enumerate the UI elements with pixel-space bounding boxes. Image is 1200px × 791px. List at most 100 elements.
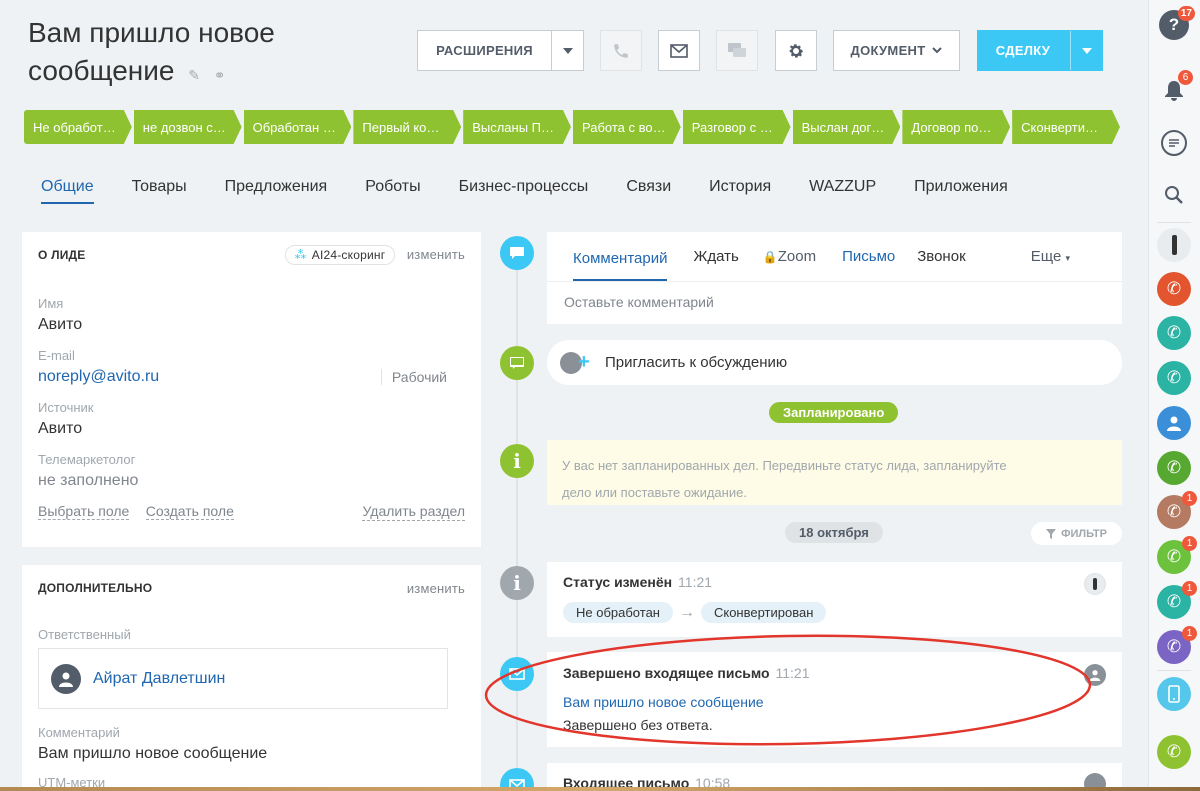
stage-item[interactable]: Договор по… — [902, 110, 1010, 144]
phone-icon[interactable]: ✆ — [1157, 451, 1191, 485]
phone-icon[interactable]: ✆ — [1157, 316, 1191, 350]
tab-links[interactable]: Связи — [626, 178, 671, 204]
settings-button[interactable] — [775, 30, 817, 71]
extensions-button[interactable]: РАСШИРЕНИЯ — [417, 30, 584, 71]
link-icon[interactable]: ⚭ — [214, 67, 226, 83]
status-to-badge: Сконвертирован — [700, 602, 827, 623]
source-value: Авито — [38, 420, 83, 437]
scoring-chip[interactable]: ⁂ AI24-скоринг — [284, 245, 396, 265]
responsible-label: Ответственный — [38, 627, 131, 642]
avatar[interactable] — [1157, 228, 1191, 262]
stage-item[interactable]: Разговор с … — [683, 110, 791, 144]
tab-wazzup[interactable]: WAZZUP — [809, 178, 876, 204]
comment-label: Комментарий — [38, 725, 120, 740]
edit-link[interactable]: изменить — [407, 581, 465, 596]
comment-bubble-icon — [500, 236, 534, 270]
about-lead-card: О ЛИДЕ ⁂ AI24-скоринг изменить Имя Авито … — [22, 232, 481, 547]
deal-label: СДЕЛКУ — [995, 43, 1051, 58]
event-time: 11:21 — [678, 574, 713, 590]
gear-icon — [789, 43, 804, 58]
phone-icon[interactable]: ✆ — [1157, 272, 1191, 306]
edit-link[interactable]: изменить — [407, 247, 465, 262]
stage-item[interactable]: Не обработ… — [24, 110, 132, 144]
tab-robots[interactable]: Роботы — [365, 178, 420, 204]
invite-button[interactable]: + Пригласить к обсуждению — [547, 340, 1122, 385]
card-title: ДОПОЛНИТЕЛЬНО — [38, 581, 153, 595]
status-from-badge: Не обработан — [563, 602, 673, 623]
avatar — [51, 663, 81, 694]
stage-item[interactable]: не дозвон с… — [134, 110, 242, 144]
divider — [1157, 222, 1191, 223]
name-value: Авито — [38, 316, 83, 333]
tab-apps[interactable]: Приложения — [914, 178, 1008, 204]
phone-icon[interactable]: ✆ — [1157, 735, 1191, 769]
filter-button[interactable]: ФИЛЬТР — [1031, 522, 1122, 545]
phone-icon — [614, 43, 628, 58]
chat-icon — [728, 42, 746, 57]
responsible-box: Айрат Давлетшин — [38, 648, 448, 709]
avatar[interactable] — [1084, 573, 1106, 595]
planned-empty-notice: У вас нет запланированных дел. Передвинь… — [547, 440, 1122, 505]
stage-item[interactable]: Выслан дог… — [793, 110, 901, 144]
phone-icon[interactable]: ✆ 1 — [1157, 491, 1197, 529]
chevron-down-icon: ▾ — [1065, 253, 1070, 263]
comment-input[interactable]: Оставьте комментарий — [547, 282, 1122, 322]
create-field-link[interactable]: Создать поле — [145, 503, 234, 520]
phone-icon[interactable]: ✆ — [1157, 361, 1191, 395]
document-button[interactable]: ДОКУМЕНТ — [833, 30, 960, 71]
stage-item[interactable]: Обработан … — [244, 110, 352, 144]
chat-icon[interactable] — [1161, 130, 1187, 156]
stage-item[interactable]: Первый ко… — [353, 110, 461, 144]
stage-item[interactable]: Высланы П… — [463, 110, 571, 144]
chat-button[interactable] — [716, 30, 758, 71]
tab-call[interactable]: Звонок — [917, 248, 965, 265]
arrow-right-icon: → — [678, 603, 695, 621]
search-icon[interactable] — [1157, 178, 1191, 212]
info-icon: i — [500, 444, 534, 478]
phone-icon[interactable]: ✆ 1 — [1157, 536, 1197, 574]
page-title-text: Вам пришло новое сообщение — [28, 17, 275, 86]
planned-badge: Запланировано — [769, 402, 899, 423]
tab-email[interactable]: Письмо — [842, 248, 895, 265]
tab-general[interactable]: Общие — [41, 178, 94, 204]
user-icon[interactable] — [1157, 406, 1191, 440]
tab-business-processes[interactable]: Бизнес-процессы — [459, 178, 589, 204]
telemarketer-value: не заполнено — [38, 472, 139, 489]
phone-icon[interactable]: ✆ 1 — [1157, 626, 1197, 664]
phone-icon[interactable]: ✆ 1 — [1157, 581, 1197, 619]
divider — [1157, 670, 1191, 671]
email-link[interactable]: noreply@avito.ru — [22, 368, 159, 386]
date-badge: 18 октября — [785, 522, 883, 543]
tab-offers[interactable]: Предложения — [225, 178, 328, 204]
bell-icon[interactable]: 6 — [1157, 70, 1193, 108]
stage-item[interactable]: Работа с во… — [573, 110, 681, 144]
tab-wait[interactable]: Ждать — [693, 248, 738, 265]
tab-history[interactable]: История — [709, 178, 771, 204]
tab-zoom[interactable]: 🔒Zoom — [763, 248, 816, 265]
pencil-icon[interactable]: ✎ — [188, 67, 200, 83]
email-button[interactable] — [658, 30, 700, 71]
chevron-down-icon[interactable] — [551, 31, 583, 70]
tab-zoom-label: Zoom — [777, 248, 817, 265]
stage-item[interactable]: Сконверти… — [1012, 110, 1120, 144]
help-icon[interactable]: ? 17 — [1159, 6, 1195, 40]
email-type: Рабочий — [380, 369, 447, 385]
chevron-down-icon[interactable] — [1070, 31, 1102, 70]
more-dropdown[interactable]: Еще ▾ — [1031, 248, 1070, 265]
tab-comment[interactable]: Комментарий — [573, 235, 668, 281]
tab-bar: Общие Товары Предложения Роботы Бизнес-п… — [41, 178, 1046, 204]
delete-section-link[interactable]: Удалить раздел — [362, 503, 465, 521]
event-title: Статус изменён — [563, 574, 673, 590]
choose-field-link[interactable]: Выбрать поле — [38, 503, 130, 520]
deal-button[interactable]: СДЕЛКУ — [977, 30, 1103, 71]
scoring-icon: ⁂ — [294, 248, 307, 262]
right-sidebar: ? 17 6 ✆ ✆ ✆ ✆ ✆ 1 ✆ 1 ✆ 1 ✆ 1 ✆ — [1148, 0, 1200, 791]
call-button[interactable] — [600, 30, 642, 71]
name-label: Имя — [38, 296, 64, 311]
responsible-name-link[interactable]: Айрат Давлетшин — [93, 670, 225, 688]
card-header: ДОПОЛНИТЕЛЬНО изменить — [22, 565, 481, 611]
more-label: Еще — [1030, 248, 1062, 265]
tab-products[interactable]: Товары — [132, 178, 187, 204]
mobile-app-icon[interactable] — [1157, 677, 1191, 711]
invite-label: Пригласить к обсуждению — [605, 354, 788, 371]
